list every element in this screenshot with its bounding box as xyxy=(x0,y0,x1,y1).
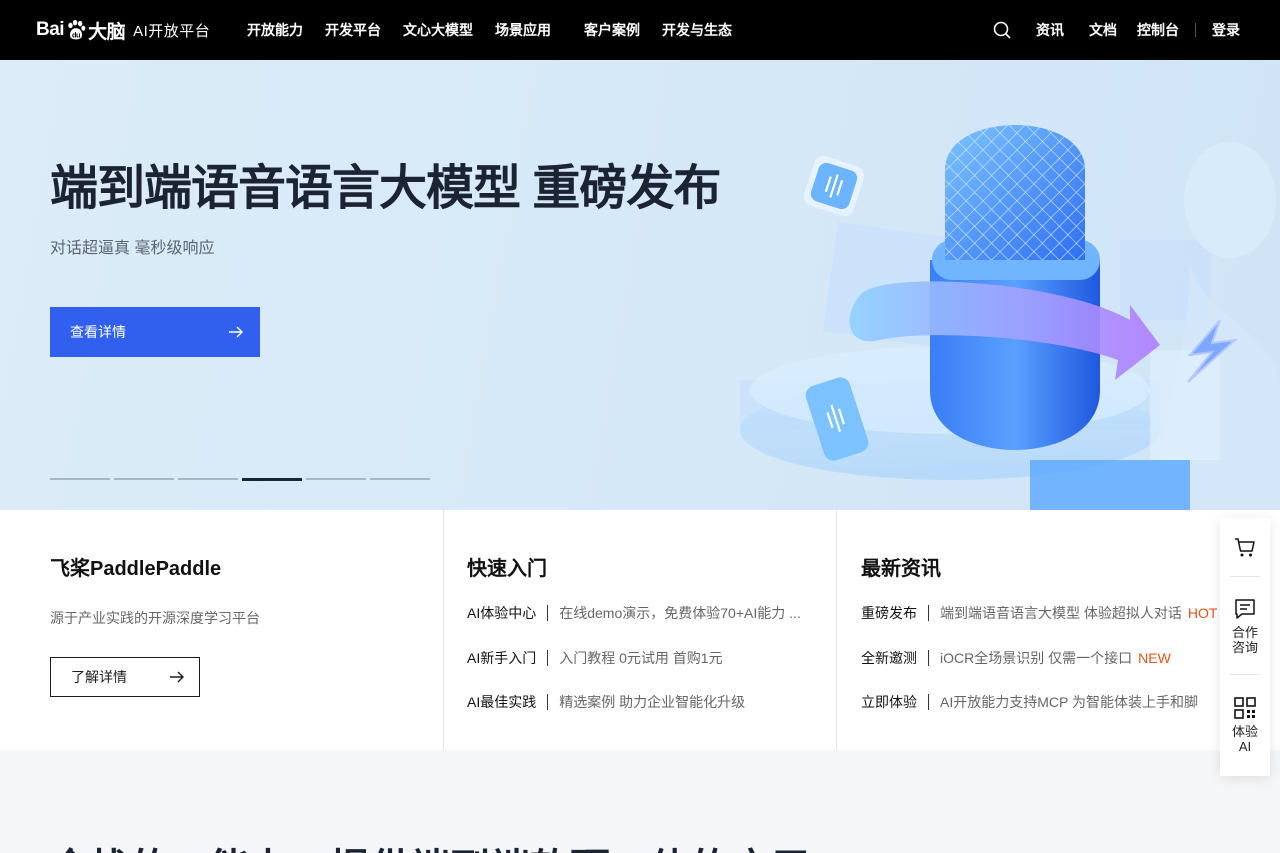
quickstart-list: AI体验中心 在线demo演示，免费体验70+AI能力 ... AI新手入门 入… xyxy=(467,604,801,738)
paddle-card: 飞桨PaddlePaddle 源于产业实践的开源深度学习平台 了解详情 xyxy=(0,510,444,750)
nav-link-dev-ecosystem[interactable]: 开发与生态 xyxy=(651,20,743,40)
try-ai-label-line2: AI xyxy=(1238,739,1252,754)
feature-panel: 飞桨PaddlePaddle 源于产业实践的开源深度学习平台 了解详情 快速入门… xyxy=(0,510,1280,750)
list-item[interactable]: AI体验中心 在线demo演示，免费体验70+AI能力 ... xyxy=(467,604,801,622)
hero-banner: 端到端语音语言大模型 重磅发布 对话超逼真 毫秒级响应 查看详情 xyxy=(0,60,1280,510)
consult-label-line1: 合作 xyxy=(1231,624,1258,640)
quickstart-card: 快速入门 AI体验中心 在线demo演示，免费体验70+AI能力 ... AI新… xyxy=(444,510,837,750)
arrow-right-icon xyxy=(170,671,184,683)
item-key: 立即体验 xyxy=(861,694,917,710)
logo-du: 大脑 xyxy=(88,21,126,43)
nav-link-wenxin-model[interactable]: 文心大模型 xyxy=(392,20,484,40)
try-ai-label-line1: 体验 xyxy=(1231,724,1258,739)
microphone-illustration xyxy=(740,125,1280,510)
nav-link-dev-platform[interactable]: 开发平台 xyxy=(314,20,392,40)
baidu-paw-icon: du xyxy=(68,19,86,40)
item-key: AI体验中心 xyxy=(467,605,537,621)
consult-label-line2: 咨询 xyxy=(1231,639,1258,655)
list-item[interactable]: AI最佳实践 精选案例 助力企业智能化升级 xyxy=(467,693,801,711)
item-value: 在线demo演示，免费体验70+AI能力 ... xyxy=(559,605,801,621)
login-link[interactable]: 登录 xyxy=(1202,20,1250,40)
item-key: AI最佳实践 xyxy=(467,694,537,710)
news-item[interactable]: 立即体验 AI开放能力支持MCP 为智能体装上手和脚 xyxy=(861,693,1217,711)
main-menu: 开放能力 开发平台 文心大模型 场景应用 客户案例 开发与生态 xyxy=(236,0,743,60)
qr-code-icon xyxy=(1234,697,1256,719)
learn-more-button[interactable]: 了解详情 xyxy=(50,657,200,697)
cart-icon xyxy=(1235,538,1255,557)
quickstart-title: 快速入门 xyxy=(467,558,547,580)
top-nav: Bai du 大脑 AI开放平台 开放能力 开发平台 文心大模型 场景应用 客户… xyxy=(0,0,1280,60)
carousel-dot[interactable] xyxy=(178,478,238,480)
item-value: 端到端语音语言大模型 体验超拟人对话 xyxy=(940,605,1182,621)
hot-badge: HOT xyxy=(1187,605,1218,621)
paddle-desc: 源于产业实践的开源深度学习平台 xyxy=(50,610,260,626)
item-key: 重磅发布 xyxy=(861,605,917,621)
view-details-label: 查看详情 xyxy=(70,324,126,340)
carousel-dot[interactable] xyxy=(306,478,366,480)
nav-right: 资讯 文档 控制台 登录 xyxy=(992,0,1250,60)
logo-wordmark: Bai du 大脑 xyxy=(36,17,126,44)
paddle-title[interactable]: 飞桨PaddlePaddle xyxy=(50,552,221,581)
carousel-dot[interactable] xyxy=(50,478,110,480)
item-key: AI新手入门 xyxy=(467,650,537,666)
item-divider xyxy=(547,605,549,621)
new-badge: NEW xyxy=(1138,650,1171,666)
nav-link-scenarios[interactable]: 场景应用 xyxy=(484,20,573,40)
list-item[interactable]: AI新手入门 入门教程 0元试用 首购1元 xyxy=(467,649,801,667)
search-icon[interactable] xyxy=(992,20,1012,40)
svg-text:du: du xyxy=(72,30,80,39)
try-ai-button[interactable]: 体验 AI xyxy=(1220,675,1270,775)
platform-title: AI开放平台 xyxy=(133,22,211,40)
logo-bai: Bai xyxy=(36,19,65,40)
view-details-button[interactable]: 查看详情 xyxy=(50,307,260,357)
message-icon xyxy=(1235,598,1255,619)
item-value: AI开放能力支持MCP 为智能体装上手和脚 xyxy=(940,694,1198,710)
section-title: 全栈的AI能力，提供端到端软硬一体的应用 xyxy=(50,836,810,853)
cart-button[interactable] xyxy=(1220,518,1270,576)
item-divider xyxy=(547,650,549,666)
nav-link-open-capabilities[interactable]: 开放能力 xyxy=(236,20,314,40)
news-card: 最新资讯 重磅发布 端到端语音语言大模型 体验超拟人对话 HOT 全新邀测 iO… xyxy=(837,510,1280,750)
carousel-indicators xyxy=(50,477,434,481)
news-item[interactable]: 全新邀测 iOCR全场景识别 仅需一个接口 NEW xyxy=(861,649,1217,667)
learn-more-label: 了解详情 xyxy=(71,669,127,685)
nav-console[interactable]: 控制台 xyxy=(1127,20,1189,40)
consult-label: 合作 咨询 xyxy=(1232,625,1258,655)
carousel-dot[interactable] xyxy=(114,478,174,480)
item-divider xyxy=(928,605,929,621)
item-divider xyxy=(928,694,929,710)
news-title: 最新资讯 xyxy=(861,558,941,580)
try-ai-label: 体验 AI xyxy=(1232,724,1258,754)
item-value: iOCR全场景识别 仅需一个接口 xyxy=(940,650,1133,666)
arrow-right-icon xyxy=(229,326,243,338)
item-value: 精选案例 助力企业智能化升级 xyxy=(559,694,746,710)
item-divider xyxy=(547,694,549,710)
news-list: 重磅发布 端到端语音语言大模型 体验超拟人对话 HOT 全新邀测 iOCR全场景… xyxy=(861,604,1217,738)
floating-toolbar: 合作 咨询 体验 AI xyxy=(1220,518,1270,776)
item-divider xyxy=(928,650,929,666)
nav-link-customer-cases[interactable]: 客户案例 xyxy=(573,20,651,40)
hero-subtitle: 对话超逼真 毫秒级响应 xyxy=(50,240,215,257)
item-key: 全新邀测 xyxy=(861,650,917,666)
item-value: 入门教程 0元试用 首购1元 xyxy=(559,650,723,666)
hero-title: 端到端语音语言大模型 重磅发布 xyxy=(50,162,721,215)
nav-divider xyxy=(1195,23,1196,37)
carousel-dot[interactable] xyxy=(370,478,430,480)
nav-news[interactable]: 资讯 xyxy=(1026,20,1079,40)
nav-docs[interactable]: 文档 xyxy=(1079,20,1127,40)
news-item[interactable]: 重磅发布 端到端语音语言大模型 体验超拟人对话 HOT xyxy=(861,604,1217,622)
carousel-dot-active[interactable] xyxy=(242,477,302,481)
consult-button[interactable]: 合作 咨询 xyxy=(1220,577,1270,674)
baidu-logo[interactable]: Bai du 大脑 AI开放平台 xyxy=(36,12,210,48)
